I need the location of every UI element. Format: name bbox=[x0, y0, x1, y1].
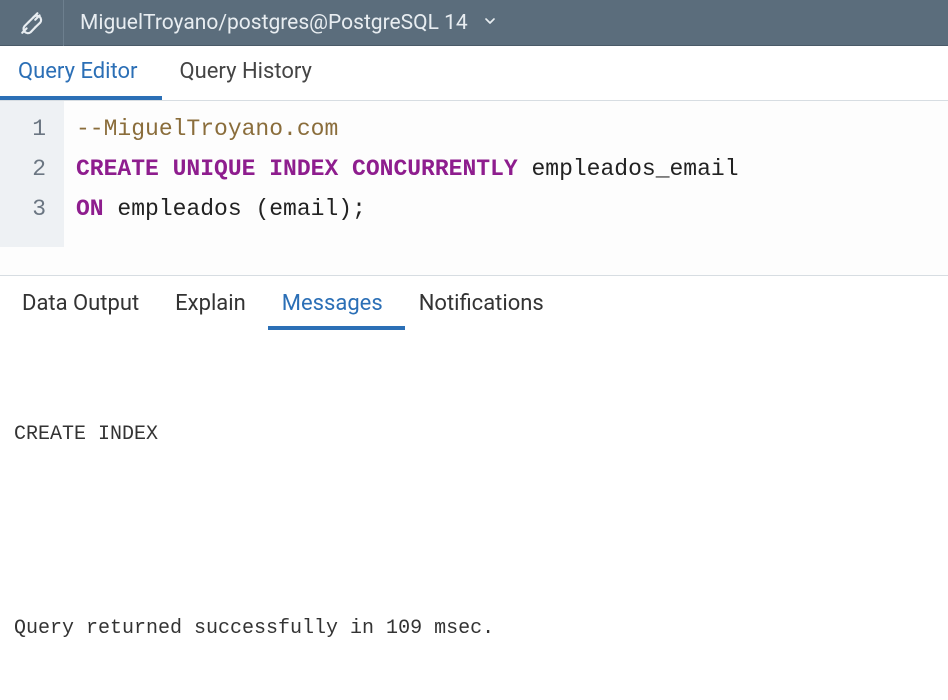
chevron-down-icon bbox=[482, 11, 498, 35]
code-token: --MiguelTroyano.com bbox=[76, 116, 338, 142]
tab-messages[interactable]: Messages bbox=[268, 279, 405, 330]
messages-panel: CREATE INDEX Query returned successfully… bbox=[0, 330, 948, 700]
tab-data-output[interactable]: Data Output bbox=[8, 279, 161, 330]
code-token: email bbox=[269, 196, 338, 222]
line-number: 2 bbox=[10, 149, 46, 189]
code-token: CREATE UNIQUE INDEX CONCURRENTLY bbox=[76, 156, 518, 182]
code-token: ( bbox=[255, 196, 269, 222]
connection-header: MiguelTroyano/postgres@PostgreSQL 14 bbox=[0, 0, 948, 46]
line-number-gutter: 1 2 3 bbox=[0, 101, 64, 247]
code-line: --MiguelTroyano.com bbox=[76, 109, 739, 149]
code-line: ON empleados (email); bbox=[76, 189, 739, 229]
code-token: ) bbox=[338, 196, 352, 222]
sql-editor[interactable]: 1 2 3 --MiguelTroyano.com CREATE UNIQUE I… bbox=[0, 100, 948, 276]
code-token: empleados bbox=[104, 196, 256, 222]
code-token: ON bbox=[76, 196, 104, 222]
query-tabs: Query Editor Query History bbox=[0, 46, 948, 100]
code-area[interactable]: --MiguelTroyano.com CREATE UNIQUE INDEX C… bbox=[64, 101, 751, 247]
line-number: 1 bbox=[10, 109, 46, 149]
tab-explain[interactable]: Explain bbox=[161, 279, 268, 330]
tab-query-history[interactable]: Query History bbox=[162, 45, 336, 100]
line-number: 3 bbox=[10, 189, 46, 229]
result-tabs: Data Output Explain Messages Notificatio… bbox=[0, 276, 948, 330]
code-token: empleados_email bbox=[518, 156, 739, 182]
plug-icon bbox=[0, 0, 64, 46]
code-line: CREATE UNIQUE INDEX CONCURRENTLY emplead… bbox=[76, 149, 739, 189]
connection-selector[interactable]: MiguelTroyano/postgres@PostgreSQL 14 bbox=[64, 11, 514, 35]
tab-notifications[interactable]: Notifications bbox=[405, 279, 566, 330]
message-line: Query returned successfully in 109 msec. bbox=[14, 612, 934, 646]
connection-label: MiguelTroyano/postgres@PostgreSQL 14 bbox=[80, 11, 468, 35]
code-token: ; bbox=[352, 196, 366, 222]
tab-query-editor[interactable]: Query Editor bbox=[0, 45, 162, 100]
message-line: CREATE INDEX bbox=[14, 418, 934, 452]
